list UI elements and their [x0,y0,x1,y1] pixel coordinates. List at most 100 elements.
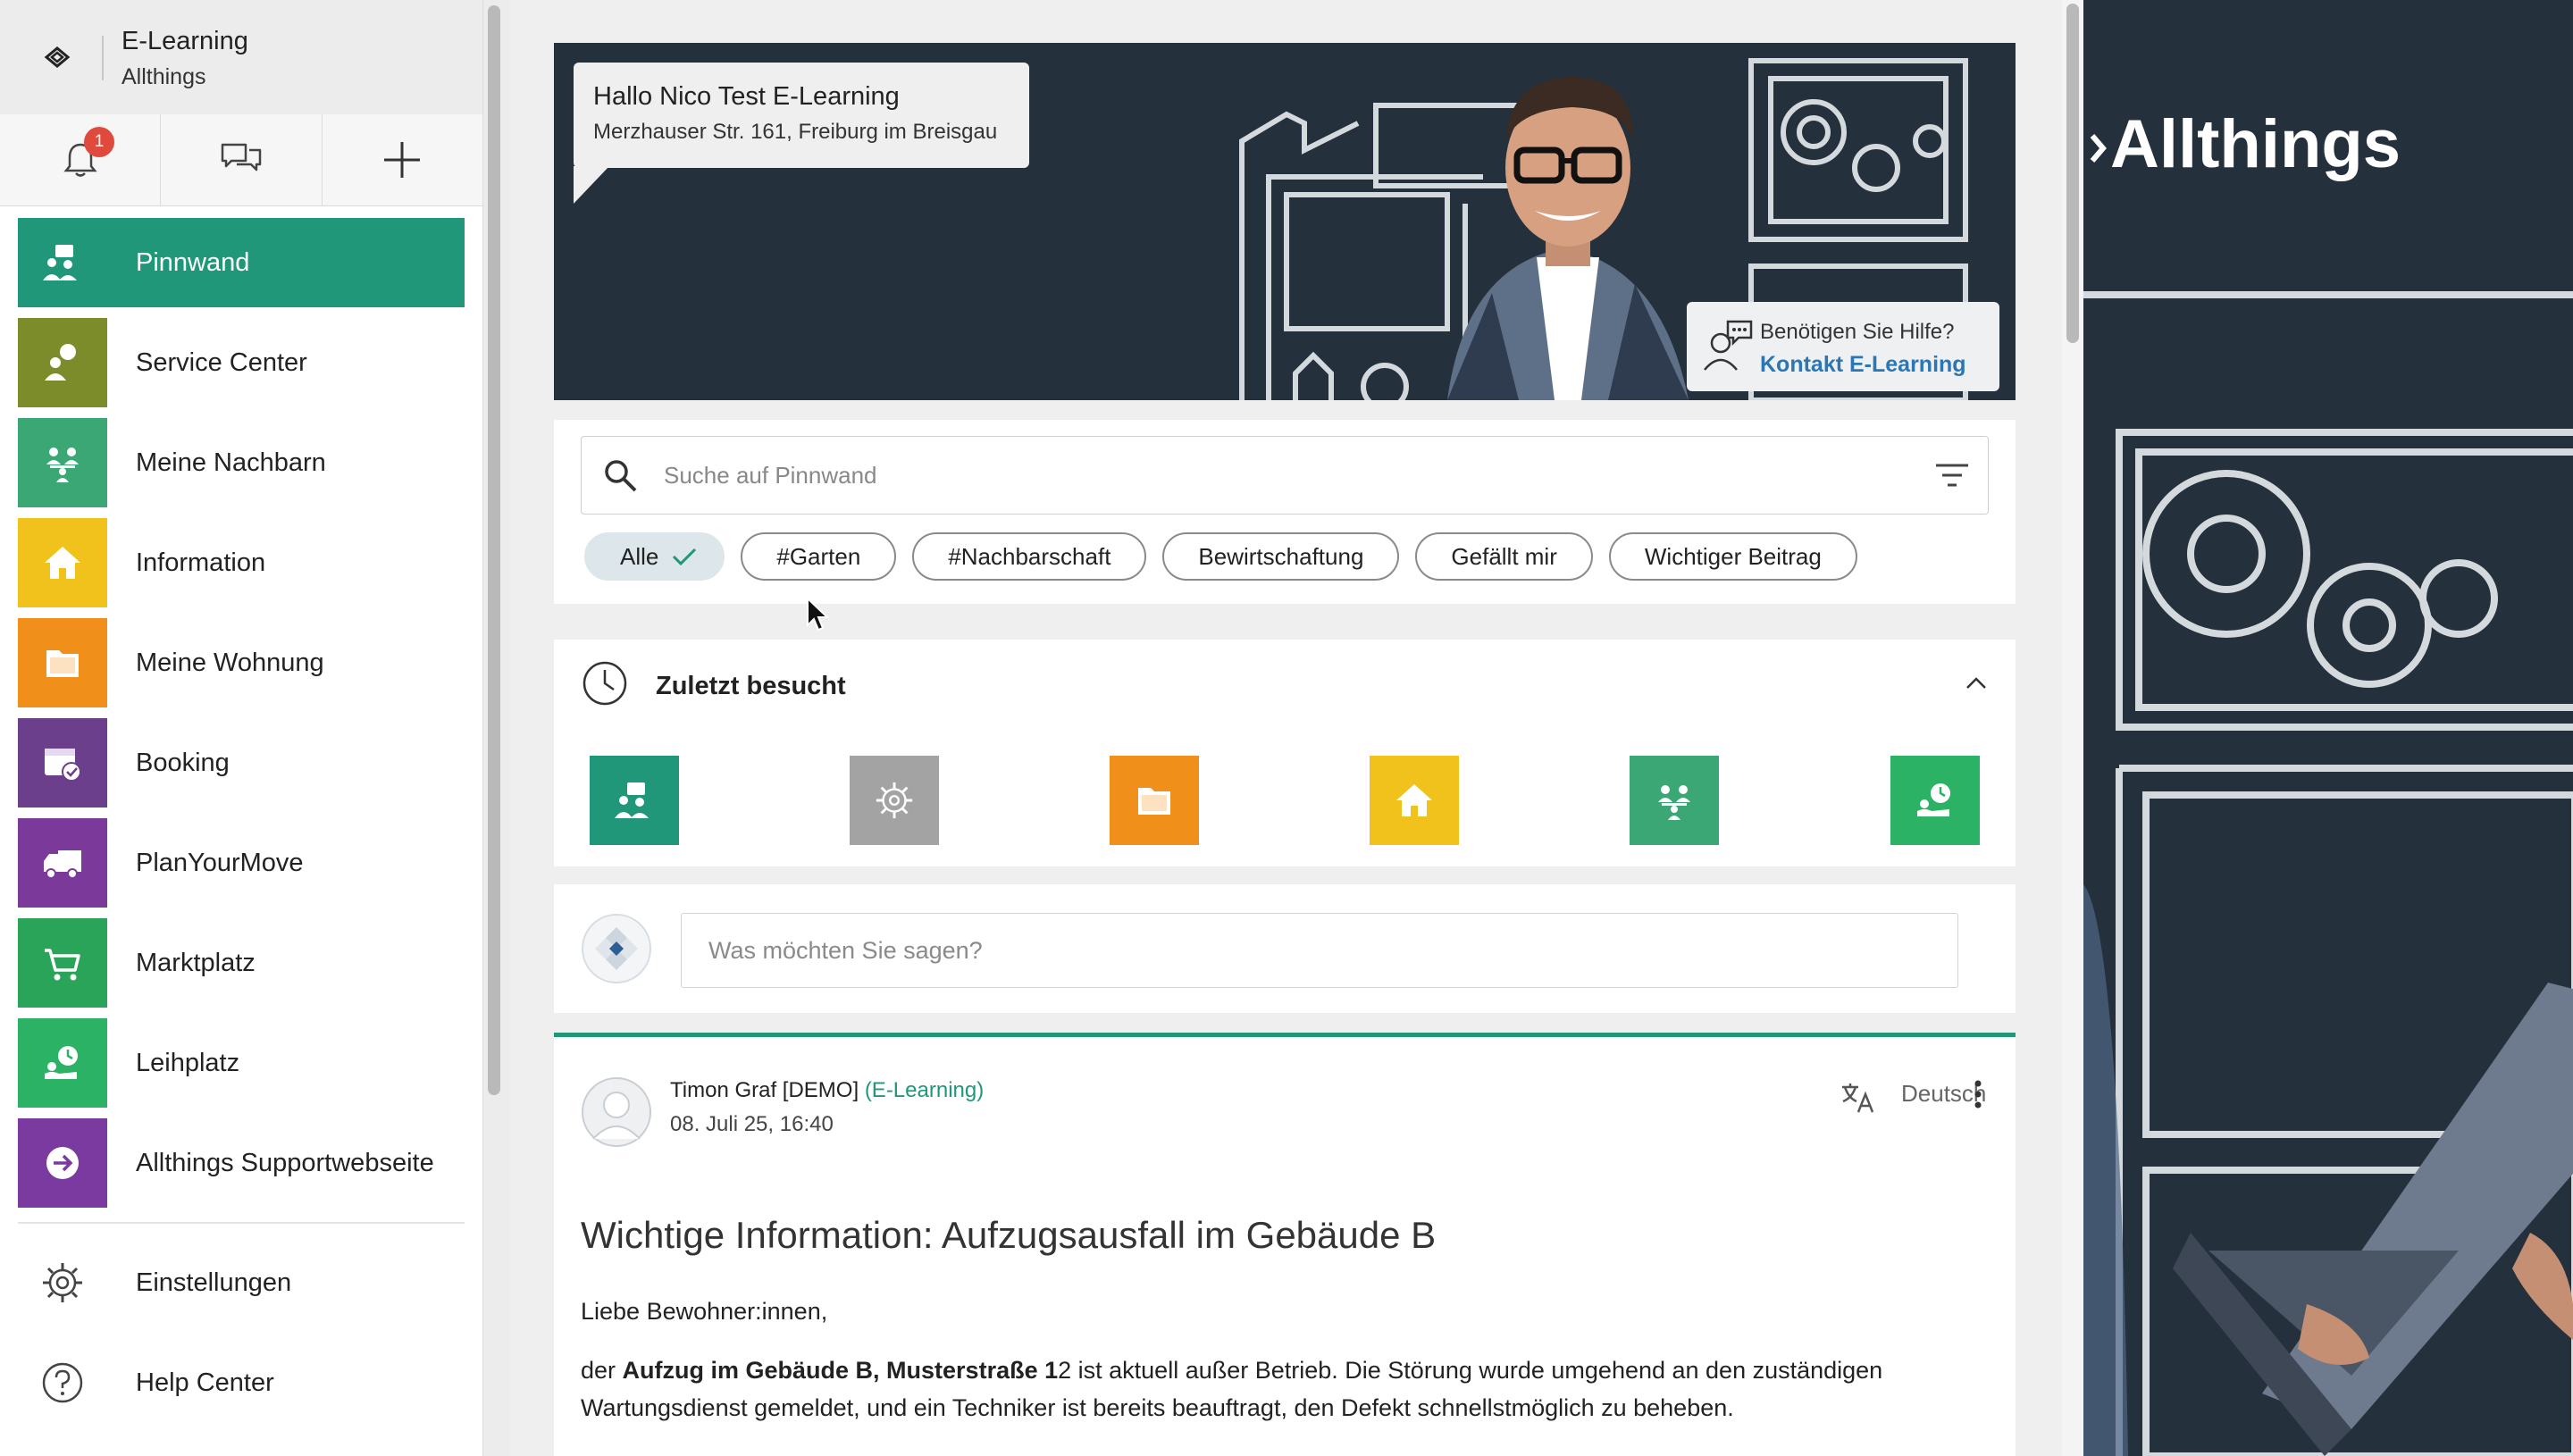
sidebar-scrollbar-thumb[interactable] [488,5,500,1095]
composer-input[interactable] [681,913,1958,988]
support-chat-icon [1704,320,1753,371]
sidebar-item-label: PlanYourMove [136,848,304,877]
author-avatar[interactable] [581,1076,652,1148]
greeting-text: Hallo Nico Test E-Learning [593,82,900,111]
main-scrollbar-thumb[interactable] [2066,4,2079,343]
sidebar-item-planyourmove[interactable]: PlanYourMove [18,818,465,908]
post-greeting: Liebe Bewohner:innen, [581,1298,828,1325]
community-icon [43,245,77,280]
chip-label: #Garten [776,542,861,570]
sidebar-item-meine-nachbarn[interactable]: Meine Nachbarn [18,418,465,507]
help-contact-box[interactable]: Benötigen Sie Hilfe? Kontakt E-Learning [1687,302,1999,391]
sidebar-nav: Pinnwand Service Center Meine Nachbarn I… [18,218,465,1218]
house-icon [45,547,80,579]
recent-tile-information[interactable] [1370,756,1459,845]
plus-icon [384,142,421,178]
sidebar-item-meine-wohnung[interactable]: Meine Wohnung [18,618,465,707]
brand-chevron-icon [2090,134,2107,163]
allthings-logo-icon[interactable] [39,39,75,75]
main-scrollbar[interactable] [2062,0,2083,1456]
search-box[interactable] [581,436,1989,515]
post-card: Timon Graf [DEMO] (E-Learning) 08. Juli … [554,1033,2016,1456]
recent-tile-leihplatz[interactable] [1890,756,1980,845]
sidebar-item-label: Information [136,548,266,577]
header-divider [102,36,104,80]
lending-icon [45,1046,78,1079]
recent-tile-meine-nachbarn[interactable] [1630,756,1719,845]
chevron-up-icon[interactable] [1964,674,1989,691]
service-center-icon [45,344,76,381]
greeting-bubble: Hallo Nico Test E-Learning Merzhauser St… [574,63,1029,168]
search-input[interactable] [662,456,1898,494]
truck-icon [44,850,81,879]
translate-icon[interactable] [1840,1082,1876,1114]
lending-icon [1917,783,1950,816]
post-headline: Wichtige Information: Aufzugsausfall im … [581,1214,1437,1256]
chip-nachbarschaft[interactable]: #Nachbarschaft [912,532,1147,581]
gear-icon [876,782,913,819]
sidebar-item-label: Service Center [136,347,307,377]
neighbors-icon [1658,785,1690,820]
chip-label: Bewirtschaftung [1198,542,1364,570]
gear-icon [43,1263,82,1302]
sidebar-item-pinnwand[interactable]: Pinnwand [18,218,465,307]
author-org: (E-Learning) [864,1078,985,1102]
sidebar-separator [18,1222,465,1224]
settings-label: Einstellungen [136,1268,292,1297]
tile-marktplatz [18,918,107,1008]
post-body: der Aufzug im Gebäude B, Musterstraße 12… [581,1351,1974,1427]
notifications-button[interactable]: 1 [0,114,162,205]
sidebar-item-label: Marktplatz [136,948,256,977]
chip-alle[interactable]: Alle [584,532,725,581]
app-subtitle: Allthings [122,64,206,89]
messages-button[interactable] [161,114,323,205]
create-button[interactable] [322,114,482,205]
recently-visited-tiles [590,756,1980,845]
notification-badge: 1 [84,127,114,157]
composer-card [554,884,2016,1013]
chip-label: Wichtiger Beitrag [1644,542,1822,570]
person-illustration [1447,77,1689,400]
filter-icon[interactable] [1934,460,1970,490]
post-body-bold: Aufzug im Gebäude B, Musterstraße 1 [622,1357,1059,1384]
sidebar-item-leihplatz[interactable]: Leihplatz [18,1018,465,1108]
tile-leihplatz [18,1018,107,1108]
recent-tile-meine-wohnung[interactable] [1110,756,1199,845]
greeting-bubble-tail [574,166,609,204]
help-contact-link[interactable]: Kontakt E-Learning [1760,352,1966,378]
post-author[interactable]: Timon Graf [DEMO] (E-Learning) [670,1078,984,1103]
chip-bewirtschaftung[interactable]: Bewirtschaftung [1162,532,1400,581]
house-icon [1396,784,1432,816]
chip-gefaellt-mir[interactable]: Gefällt mir [1415,532,1593,581]
filter-chips: Alle #Garten #Nachbarschaft Bewirtschaft… [584,532,1857,581]
more-vertical-icon[interactable] [1971,1078,1985,1110]
sidebar-item-einstellungen[interactable]: Einstellungen [18,1238,465,1327]
brand-name: Allthings [2110,106,2401,182]
sidebar-item-marktplatz[interactable]: Marktplatz [18,918,465,1008]
user-avatar[interactable] [581,913,652,984]
folder-icon [46,650,79,677]
chip-garten[interactable]: #Garten [741,532,897,581]
sidebar-item-information[interactable]: Information [18,518,465,607]
tile-pinnwand [18,218,107,307]
calendar-icon [45,749,81,782]
recent-tile-pinnwand[interactable] [590,756,679,845]
cart-icon [45,949,80,981]
welcome-banner: Hallo Nico Test E-Learning Merzhauser St… [554,43,2016,400]
recent-tile-settings[interactable] [850,756,939,845]
neighbors-icon [46,448,79,482]
recently-visited-title: Zuletzt besucht [656,672,846,700]
sidebar-item-label: Leihplatz [136,1048,240,1077]
tile-help-center [18,1338,107,1427]
question-circle-icon [42,1362,83,1403]
tile-service-center [18,318,107,407]
tile-meine-nachbarn [18,418,107,507]
chip-label: Alle [620,542,659,570]
chip-wichtiger-beitrag[interactable]: Wichtiger Beitrag [1608,532,1857,581]
sidebar-item-allthings-support[interactable]: Allthings Supportwebseite [18,1118,465,1208]
sidebar-item-service-center[interactable]: Service Center [18,318,465,407]
help-question: Benötigen Sie Hilfe? [1760,320,1955,344]
sidebar-item-help-center[interactable]: Help Center [18,1338,465,1427]
sidebar-item-label: Pinnwand [136,247,250,277]
sidebar-item-booking[interactable]: Booking [18,718,465,807]
